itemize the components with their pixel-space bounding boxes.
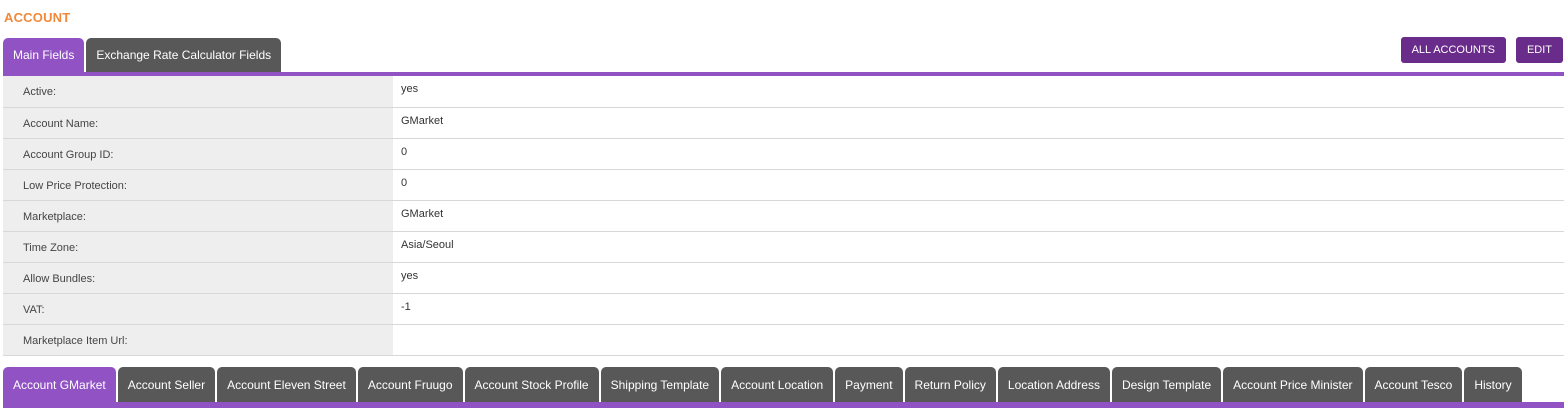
edit-button[interactable]: EDIT — [1515, 37, 1563, 63]
field-value: Asia/Seoul — [393, 231, 1564, 263]
field-row-marketplace: Marketplace: GMarket — [3, 200, 1564, 232]
field-label: Allow Bundles: — [3, 262, 393, 294]
tab-return-policy[interactable]: Return Policy — [904, 367, 996, 402]
bottom-tab-underline-bar — [3, 402, 1564, 408]
tab-account-price-minister[interactable]: Account Price Minister — [1223, 367, 1363, 402]
field-value — [393, 324, 1564, 356]
field-row-account-group-id: Account Group ID: 0 — [3, 138, 1564, 170]
field-label: Low Price Protection: — [3, 169, 393, 201]
tab-account-location[interactable]: Account Location — [721, 367, 834, 402]
field-label: Marketplace Item Url: — [3, 324, 393, 356]
field-row-time-zone: Time Zone: Asia/Seoul — [3, 231, 1564, 263]
field-label: Account Group ID: — [3, 138, 393, 170]
all-accounts-button[interactable]: ALL ACCOUNTS — [1400, 37, 1506, 63]
tab-main-fields[interactable]: Main Fields — [3, 38, 85, 72]
field-row-vat: VAT: -1 — [3, 293, 1564, 325]
field-value: yes — [393, 262, 1564, 294]
account-fields-table: Active: yes Account Name: GMarket Accoun… — [3, 76, 1564, 356]
bottom-tab-bar: Account GMarket Account Seller Account E… — [3, 367, 1522, 402]
tab-account-seller[interactable]: Account Seller — [117, 367, 216, 402]
tab-shipping-template[interactable]: Shipping Template — [600, 367, 720, 402]
action-buttons: ALL ACCOUNTS EDIT — [1400, 37, 1563, 63]
field-label: Time Zone: — [3, 231, 393, 263]
tab-history[interactable]: History — [1464, 367, 1522, 402]
field-label: Marketplace: — [3, 200, 393, 232]
tab-account-stock-profile[interactable]: Account Stock Profile — [464, 367, 599, 402]
field-label: Account Name: — [3, 107, 393, 139]
field-label: Active: — [3, 76, 393, 108]
tab-account-gmarket[interactable]: Account GMarket — [3, 367, 116, 402]
tab-exchange-rate-calculator-fields[interactable]: Exchange Rate Calculator Fields — [86, 38, 282, 72]
field-label: VAT: — [3, 293, 393, 325]
field-value: GMarket — [393, 107, 1564, 139]
field-row-low-price-protection: Low Price Protection: 0 — [3, 169, 1564, 201]
field-row-account-name: Account Name: GMarket — [3, 107, 1564, 139]
page-title: ACCOUNT — [4, 10, 71, 25]
tab-account-eleven-street[interactable]: Account Eleven Street — [217, 367, 356, 402]
field-row-marketplace-item-url: Marketplace Item Url: — [3, 324, 1564, 356]
field-value: 0 — [393, 138, 1564, 170]
field-value: GMarket — [393, 200, 1564, 232]
tab-account-fruugo[interactable]: Account Fruugo — [357, 367, 463, 402]
field-row-active: Active: yes — [3, 76, 1564, 108]
field-row-allow-bundles: Allow Bundles: yes — [3, 262, 1564, 294]
tab-account-tesco[interactable]: Account Tesco — [1364, 367, 1463, 402]
top-tab-bar: Main Fields Exchange Rate Calculator Fie… — [3, 38, 282, 72]
field-value: -1 — [393, 293, 1564, 325]
tab-design-template[interactable]: Design Template — [1111, 367, 1222, 402]
field-value: yes — [393, 76, 1564, 108]
field-value: 0 — [393, 169, 1564, 201]
tab-location-address[interactable]: Location Address — [997, 367, 1110, 402]
tab-payment[interactable]: Payment — [835, 367, 903, 402]
